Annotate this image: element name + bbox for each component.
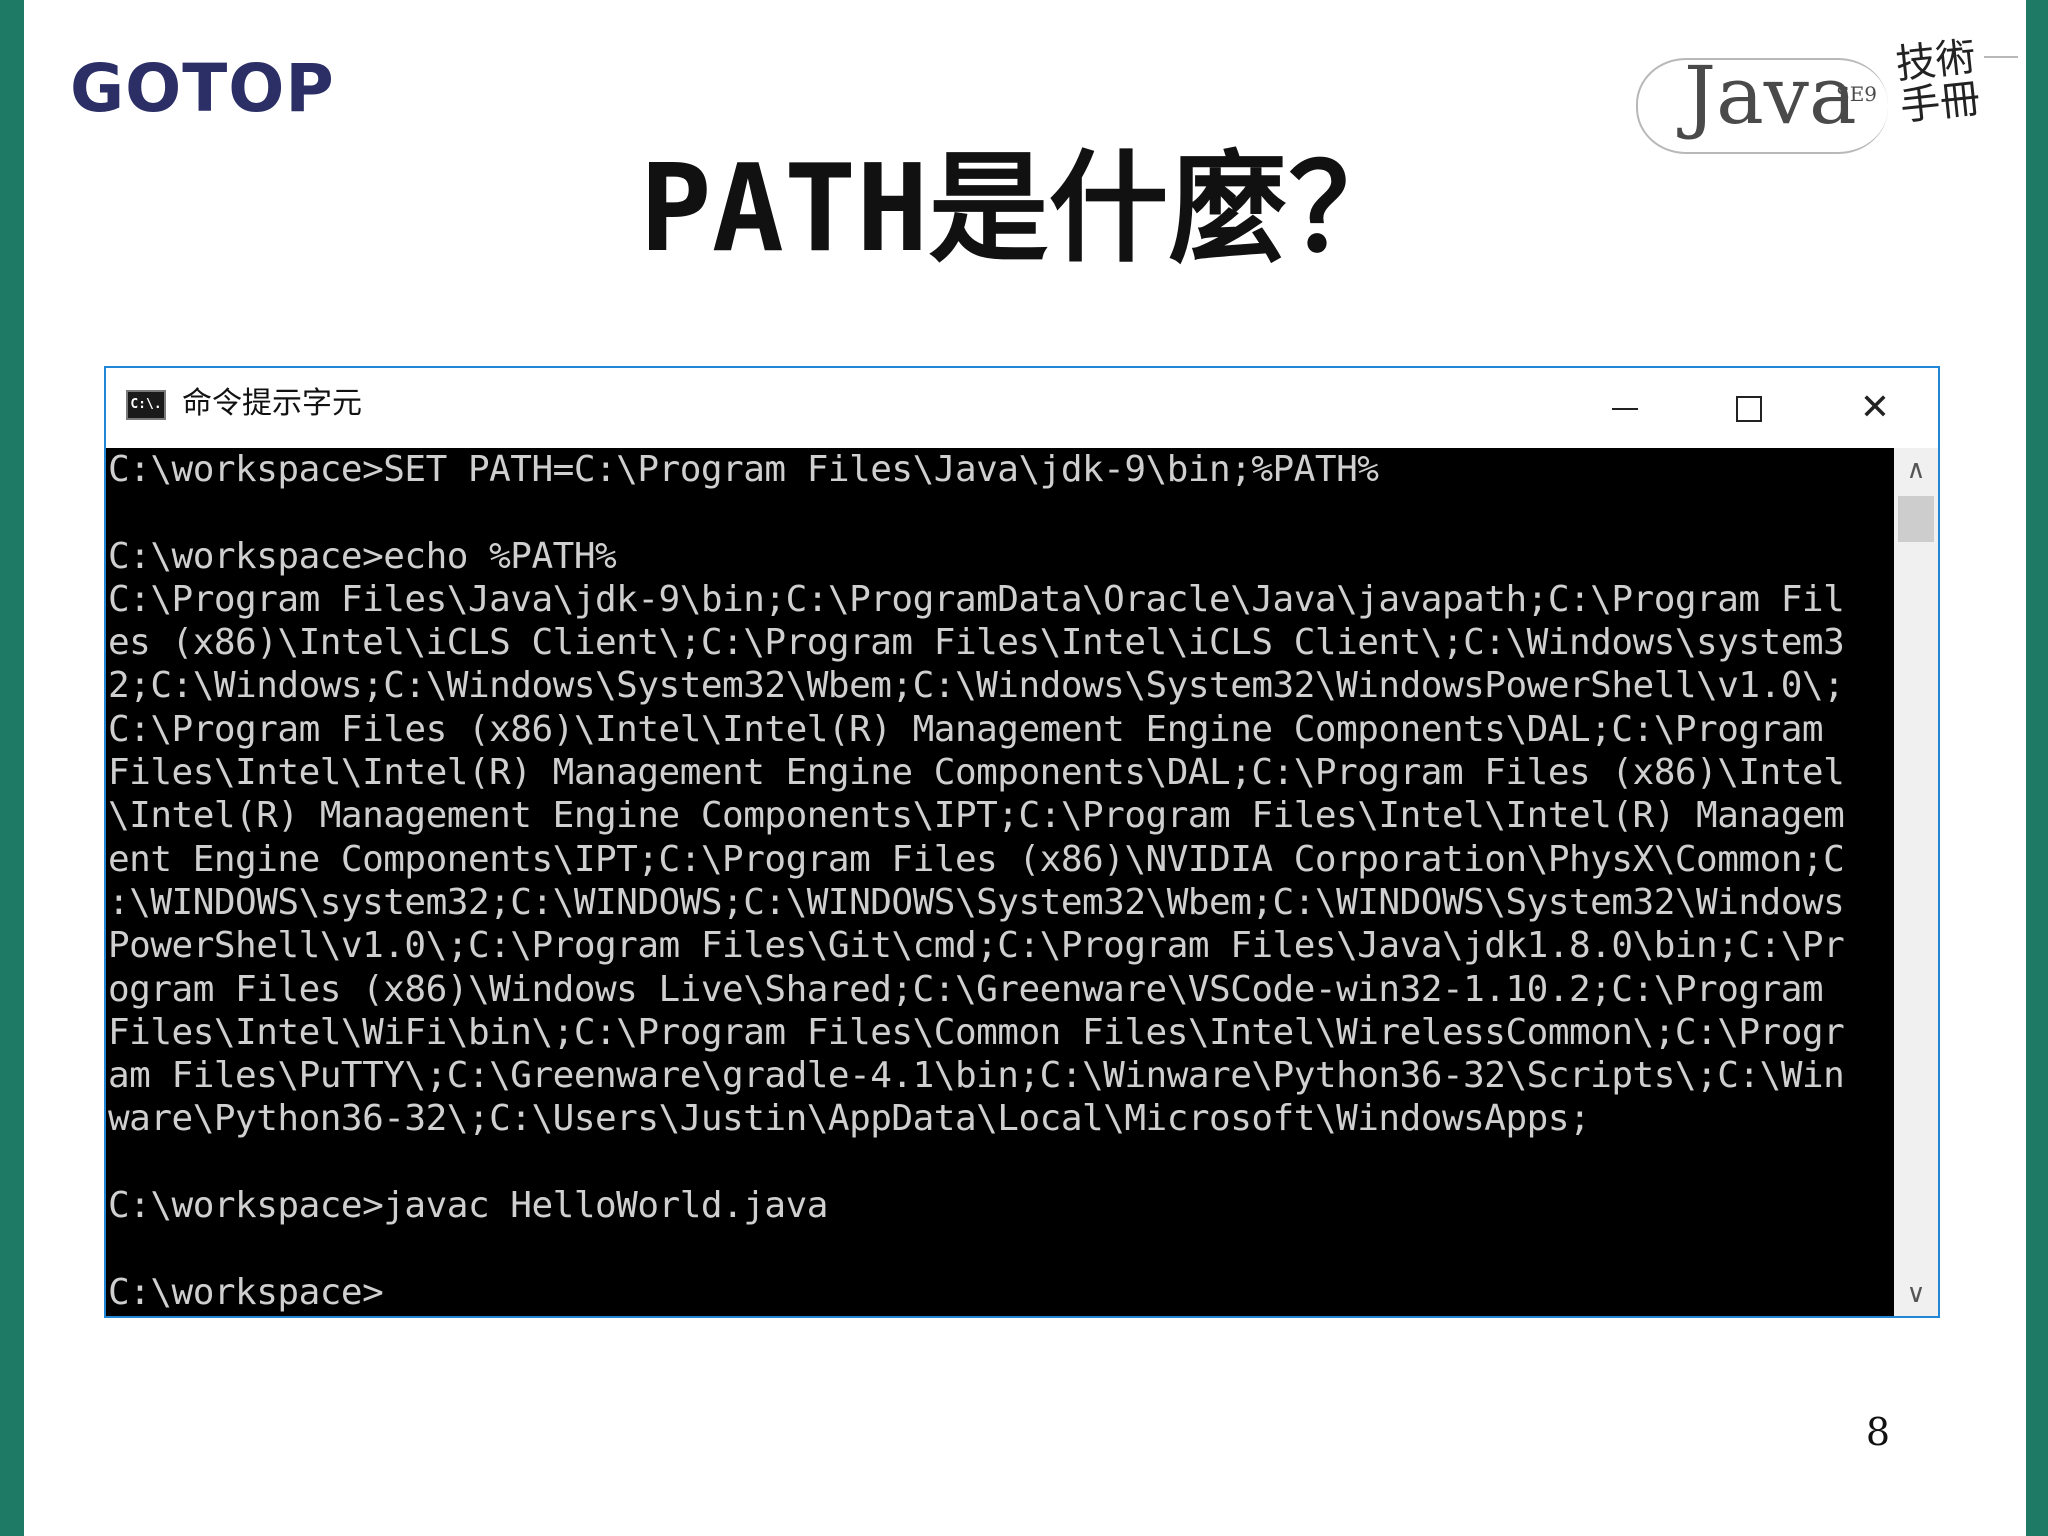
- console-line: ent Engine Components\IPT;C:\Program Fil…: [108, 838, 1845, 880]
- page-number: 8: [1865, 1410, 1890, 1454]
- console-line: ware\Python36-32\;C:\Users\Justin\AppDat…: [108, 1098, 1591, 1140]
- console-text: C:\workspace>SET PATH=C:\Program Files\J…: [106, 448, 1894, 1314]
- console-line: C:\workspace>javac HelloWorld.java: [108, 1185, 828, 1227]
- cmd-app-icon: C:\.: [126, 390, 166, 420]
- console-line: C:\Program Files (x86)\Intel\Intel(R) Ma…: [108, 708, 1824, 750]
- badge-rule: [1984, 56, 2018, 58]
- console-output[interactable]: C:\workspace>SET PATH=C:\Program Files\J…: [106, 448, 1894, 1316]
- window-titlebar[interactable]: C:\. 命令提示字元 ✕: [106, 368, 1938, 448]
- scroll-up-button[interactable]: ∧: [1894, 448, 1938, 492]
- close-icon: ✕: [1859, 387, 1891, 428]
- maximize-icon: [1736, 396, 1762, 422]
- console-line: am Files\PuTTY\;C:\Greenware\gradle-4.1\…: [108, 1055, 1845, 1097]
- vertical-scrollbar[interactable]: ∧ ∨: [1894, 448, 1938, 1316]
- java-edition: SE9: [1836, 82, 1878, 106]
- gotop-logo: GOTOP: [70, 50, 335, 127]
- slide-title-cjk: 是什麼？: [928, 140, 1409, 279]
- command-prompt-window[interactable]: C:\. 命令提示字元 ✕ C:\workspace>SET PATH=C:\P…: [104, 366, 1940, 1318]
- console-line: C:\workspace>SET PATH=C:\Program Files\J…: [108, 449, 1379, 490]
- java-brand-calligraphy: 技術手冊: [1893, 34, 1983, 130]
- scrollbar-thumb[interactable]: [1898, 496, 1934, 542]
- minimize-button[interactable]: [1562, 368, 1688, 448]
- console-line: C:\workspace>echo %PATH%: [108, 535, 617, 577]
- console-line: Files\Intel\Intel(R) Management Engine C…: [108, 752, 1845, 794]
- console-line: Files\Intel\WiFi\bin\;C:\Program Files\C…: [108, 1011, 1845, 1053]
- minimize-icon: [1612, 408, 1638, 410]
- console-line: 2;C:\Windows;C:\Windows\System32\Wbem;C:…: [108, 665, 1845, 707]
- console-line: \Intel(R) Management Engine Components\I…: [108, 795, 1845, 837]
- slide-title-latin: PATH: [639, 140, 929, 279]
- chevron-down-icon: ∨: [1906, 1279, 1926, 1309]
- scroll-down-button[interactable]: ∨: [1894, 1272, 1938, 1316]
- console-line: ogram Files (x86)\Windows Live\Shared;C:…: [108, 968, 1824, 1010]
- java-word: Java: [1684, 49, 1857, 142]
- chevron-up-icon: ∧: [1906, 455, 1926, 485]
- console-line: C:\Program Files\Java\jdk-9\bin;C:\Progr…: [108, 578, 1845, 620]
- window-title: 命令提示字元: [182, 386, 362, 421]
- slide-title: PATH是什麼？: [0, 140, 2048, 280]
- maximize-button[interactable]: [1686, 368, 1812, 448]
- console-line: C:\workspace>: [108, 1271, 384, 1313]
- console-line: es (x86)\Intel\iCLS Client\;C:\Program F…: [108, 622, 1845, 664]
- console-line: :\WINDOWS\system32;C:\WINDOWS;C:\WINDOWS…: [108, 881, 1845, 923]
- console-line: PowerShell\v1.0\;C:\Program Files\Git\cm…: [108, 925, 1845, 967]
- close-button[interactable]: ✕: [1812, 368, 1938, 448]
